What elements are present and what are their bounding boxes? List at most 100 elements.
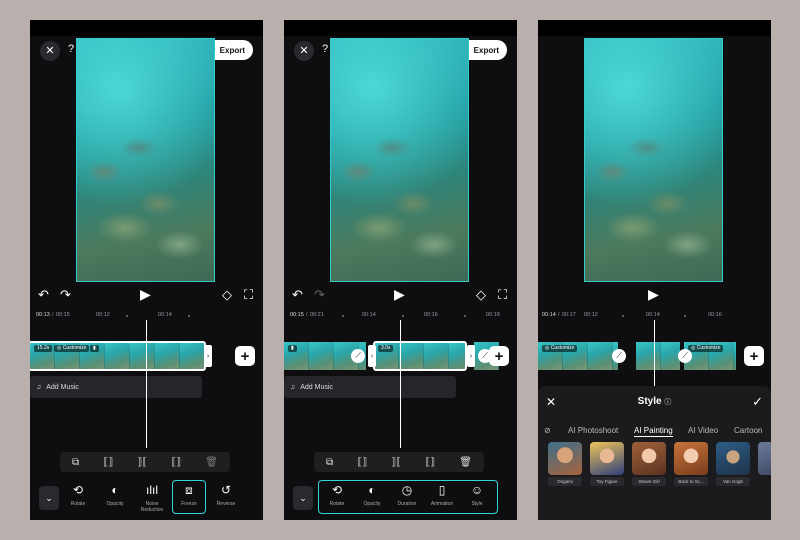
- style-thumbnail: [758, 442, 771, 475]
- ruler-tick: 00:16: [424, 312, 438, 318]
- current-time: 00:13: [36, 312, 50, 318]
- style-thumbnail: [548, 442, 582, 475]
- status-bar: [284, 20, 517, 36]
- ruler-tick: 00:14: [646, 312, 660, 318]
- tab-ai-photoshoot[interactable]: AI Photoshoot: [568, 426, 618, 435]
- keyframe-icon[interactable]: ◇: [476, 288, 486, 301]
- playhead[interactable]: [400, 320, 401, 448]
- clip-duration: 3.0s: [378, 345, 394, 352]
- tool-rotate[interactable]: ⟲ Rotate: [320, 482, 354, 507]
- add-music-track[interactable]: ♫ Add Music: [284, 376, 456, 398]
- trim-right-icon[interactable]: ⟦⟧: [171, 457, 181, 468]
- video-preview[interactable]: [76, 38, 215, 282]
- ruler-tick: 00:14: [362, 312, 376, 318]
- separator: /: [306, 312, 308, 318]
- tool-opacity[interactable]: ◐ Opacity: [355, 482, 389, 507]
- music-note-icon: ♫: [290, 383, 296, 391]
- collapse-chevron-icon[interactable]: ⌄: [293, 486, 313, 510]
- playhead[interactable]: [146, 320, 147, 448]
- rotate-icon: ⟲: [331, 483, 343, 497]
- customize-tag[interactable]: ◎ Customize: [688, 345, 724, 352]
- trim-handle-left[interactable]: ‹: [368, 345, 376, 367]
- play-icon[interactable]: ▶: [648, 287, 659, 301]
- transition-icon[interactable]: ⟋: [612, 349, 626, 363]
- clip-track-b[interactable]: [636, 342, 680, 370]
- split-icon[interactable]: ⟦⟧: [357, 457, 367, 468]
- close-icon[interactable]: ✕: [294, 41, 314, 61]
- editor-panel-image-clip: ✕ ? ⇪Export ↶ ↷ ▶ ◇ ⛶ 00:15 / 00:21 00:1…: [284, 20, 517, 520]
- tool-duration[interactable]: ◷ Duration: [390, 482, 424, 507]
- trim-handle-right[interactable]: ›: [204, 345, 212, 367]
- delete-icon[interactable]: 🗑: [459, 457, 472, 468]
- delete-icon[interactable]: 🗑: [205, 457, 218, 468]
- trim-left-icon[interactable]: ⟧⟦: [137, 457, 147, 468]
- redo-icon[interactable]: ↷: [60, 288, 71, 301]
- split-icon[interactable]: ⟦⟧: [103, 457, 113, 468]
- tab-ai-painting[interactable]: AI Painting: [634, 426, 673, 437]
- transition-icon[interactable]: ⟋: [678, 349, 692, 363]
- confirm-check-icon[interactable]: ✓: [752, 395, 763, 408]
- redo-icon[interactable]: ↷: [314, 288, 325, 301]
- opacity-icon: ◐: [111, 483, 119, 497]
- video-preview[interactable]: [330, 38, 469, 282]
- style-icon: ☺: [470, 483, 484, 497]
- opacity-icon: ◐: [368, 483, 376, 497]
- info-icon[interactable]: ⓘ: [664, 399, 671, 406]
- collapse-chevron-icon[interactable]: ⌄: [39, 486, 59, 510]
- ruler-dot: [342, 315, 344, 317]
- rotate-icon: ⟲: [72, 483, 84, 497]
- play-icon[interactable]: ▶: [394, 287, 405, 301]
- help-icon[interactable]: ?: [322, 44, 328, 55]
- help-icon[interactable]: ?: [68, 44, 74, 55]
- tab-cartoon[interactable]: Cartoon: [734, 426, 762, 435]
- style-card-steam-girl[interactable]: Steam Girl: [632, 442, 666, 486]
- total-time: 00:21: [310, 312, 324, 318]
- add-clip-button[interactable]: +: [235, 346, 255, 366]
- undo-icon[interactable]: ↶: [38, 288, 49, 301]
- customize-tag[interactable]: ◎ Customize: [542, 345, 578, 352]
- animation-icon: ▯: [438, 483, 446, 497]
- clip-menu-icon[interactable]: ▮: [288, 345, 297, 352]
- copy-icon[interactable]: ⧉: [326, 457, 333, 468]
- trim-right-icon[interactable]: ⟦⟧: [425, 457, 435, 468]
- style-tabs: ⊘ AI Photoshoot AI Painting AI Video Car…: [538, 424, 771, 438]
- fullscreen-icon[interactable]: ⛶: [498, 288, 507, 301]
- tool-opacity[interactable]: ◐ Opacity: [98, 482, 132, 507]
- video-preview[interactable]: [584, 38, 723, 282]
- ruler-dot: [402, 315, 404, 317]
- ruler-tick: 00:12: [96, 312, 110, 318]
- add-clip-button[interactable]: +: [744, 346, 764, 366]
- ruler-dot: [126, 315, 128, 317]
- add-clip-button[interactable]: +: [489, 346, 509, 366]
- fullscreen-icon[interactable]: ⛶: [244, 288, 253, 301]
- tool-reverse[interactable]: ↺ Reverse: [209, 482, 243, 507]
- style-card-toy-figure[interactable]: Toy Figure: [590, 442, 624, 486]
- separator: /: [52, 312, 54, 318]
- undo-icon[interactable]: ↶: [292, 288, 303, 301]
- style-card-van-gogh[interactable]: Van Gogh: [716, 442, 750, 486]
- close-icon[interactable]: ✕: [40, 41, 60, 61]
- current-time: 00:14: [542, 312, 556, 318]
- trim-handle-right[interactable]: ›: [467, 345, 475, 367]
- tab-ai-video[interactable]: AI Video: [688, 426, 718, 435]
- status-bar: [30, 20, 263, 36]
- customize-tag[interactable]: ◎ Customize: [54, 345, 90, 352]
- tool-noise-reduction[interactable]: ılıl Noise Reduction: [135, 482, 169, 513]
- transition-icon[interactable]: ⟋: [351, 349, 365, 363]
- style-card-origami[interactable]: Origami: [548, 442, 582, 486]
- trim-left-icon[interactable]: ⟧⟦: [391, 457, 401, 468]
- keyframe-icon[interactable]: ◇: [222, 288, 232, 301]
- clip-menu-icon[interactable]: ▮: [90, 345, 99, 352]
- tool-animation[interactable]: ▯ Animation: [425, 482, 459, 507]
- playhead[interactable]: [654, 320, 655, 386]
- play-icon[interactable]: ▶: [140, 287, 151, 301]
- duration-icon: ◷: [401, 483, 413, 497]
- freeze-highlight: [172, 480, 206, 514]
- copy-icon[interactable]: ⧉: [72, 457, 79, 468]
- style-card-back-to-school[interactable]: Back to Sc...: [674, 442, 708, 486]
- style-card-partial[interactable]: [758, 442, 771, 486]
- tool-style[interactable]: ☺ Style: [460, 482, 494, 507]
- none-icon[interactable]: ⊘: [544, 426, 551, 435]
- tool-rotate[interactable]: ⟲ Rotate: [61, 482, 95, 507]
- add-music-track[interactable]: ♫ Add Music: [30, 376, 202, 398]
